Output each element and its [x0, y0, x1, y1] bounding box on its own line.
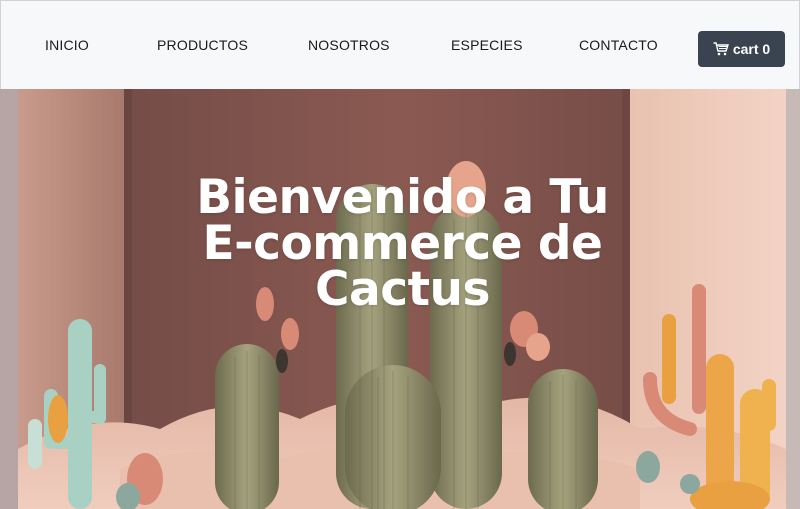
cart-button[interactable]: cart 0 — [698, 31, 785, 67]
hero-title: Bienvenido a Tu E-commerce de Cactus — [196, 170, 609, 317]
nav-link-especies[interactable]: ESPECIES — [451, 37, 523, 53]
nav-link-inicio[interactable]: INICIO — [45, 37, 89, 53]
nav-link-contacto[interactable]: CONTACTO — [579, 37, 658, 53]
nav-link-nosotros[interactable]: NOSOTROS — [308, 37, 390, 53]
cart-icon — [713, 42, 729, 56]
nav-link-productos[interactable]: PRODUCTOS — [157, 37, 248, 53]
hero-banner: Bienvenido a Tu E-commerce de Cactus — [0, 89, 800, 509]
top-navbar: INICIO PRODUCTOS NOSOTROS ESPECIES CONTA… — [0, 0, 800, 89]
cart-label: cart 0 — [732, 41, 771, 57]
